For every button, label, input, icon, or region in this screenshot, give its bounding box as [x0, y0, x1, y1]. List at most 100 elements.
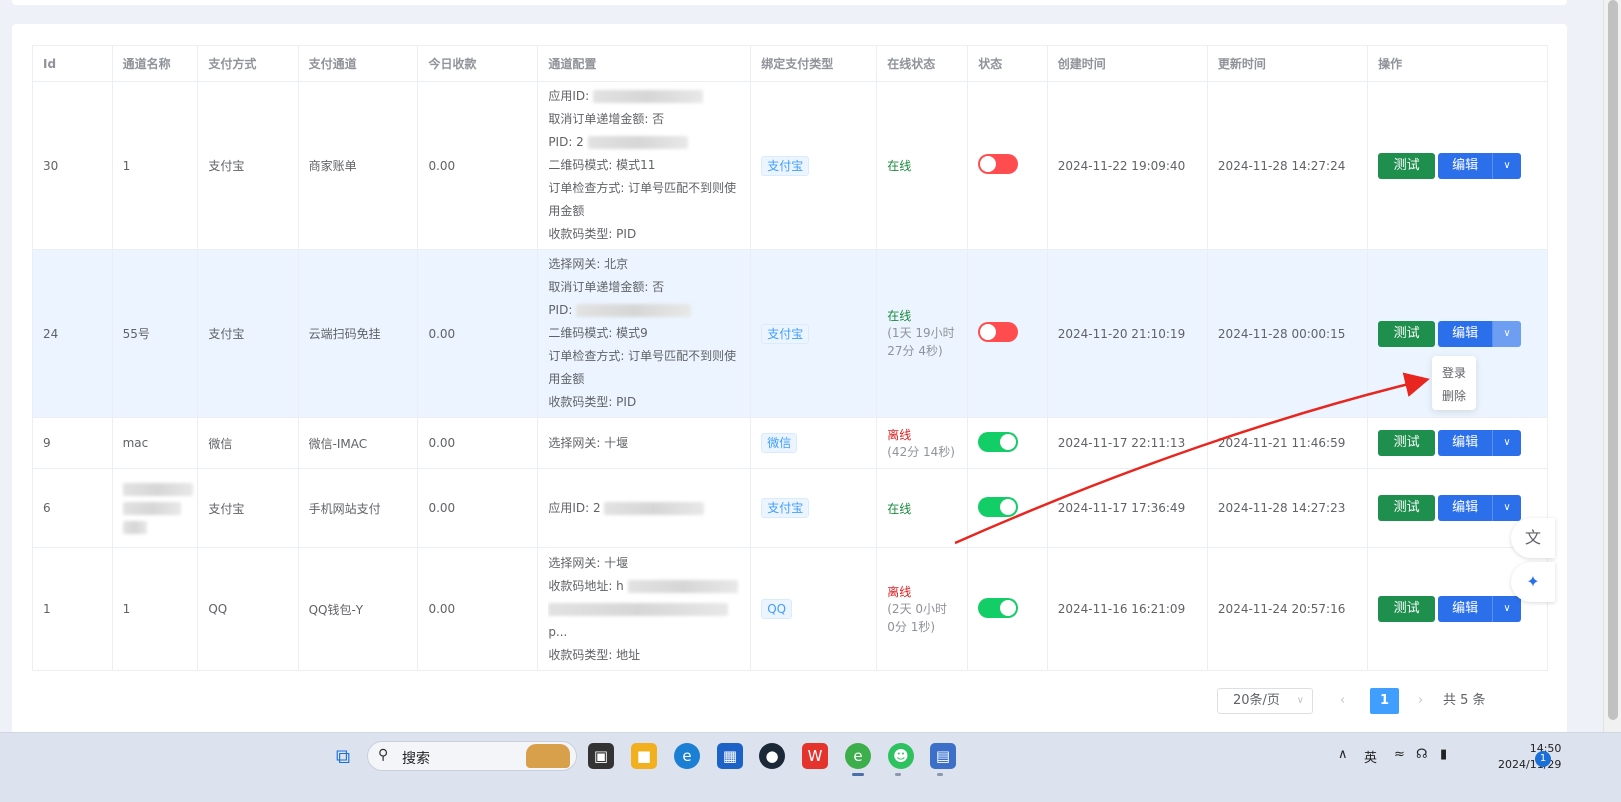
config-line: 订单检查方式: 订单号匹配不到则使 [548, 181, 737, 195]
chevron-down-icon[interactable]: ∨ [1493, 596, 1522, 622]
edit-button[interactable]: 编辑 [1438, 596, 1494, 622]
bind-type-tag: 支付宝 [761, 323, 810, 344]
cell-today: 0.00 [417, 468, 539, 548]
search-highlight-image [526, 744, 570, 768]
ie-browser-icon[interactable]: e [845, 743, 871, 769]
bind-type-tag: QQ [761, 599, 793, 619]
volume-icon[interactable]: ☊ [1416, 747, 1428, 762]
total-count: 共 5 条 [1443, 693, 1486, 708]
config-line: 取消订单递增金额: 否 [548, 280, 665, 294]
test-button[interactable]: 测试 [1378, 596, 1436, 622]
bind-type-tag: 支付宝 [761, 155, 810, 176]
test-button[interactable]: 测试 [1378, 320, 1436, 347]
redacted-block [576, 304, 692, 317]
online-status: 在线 [887, 501, 912, 516]
config-line: p... [548, 624, 568, 639]
prev-page-icon[interactable]: ‹ [1340, 688, 1352, 714]
cell-online: 离线 (42分 14秒) [876, 417, 969, 469]
cell-channel: 商家账单 [297, 81, 419, 250]
cell-method: 支付宝 [197, 81, 299, 250]
chevron-down-icon[interactable]: ∨ [1493, 152, 1522, 179]
cell-id: 9 [32, 417, 113, 469]
table-row: 24 55号 支付宝 云端扫码免挂 0.00 选择网关: 北京 取消订单递增金额… [32, 249, 1548, 418]
edit-button[interactable]: 编辑 [1438, 152, 1494, 179]
dropdown-item-login[interactable]: 登录 [1432, 362, 1476, 385]
table-row: 6 支付宝 手机网站支付 0.00 应用ID: 2 支付宝 在线 2024-11… [32, 468, 1548, 548]
redacted-block [548, 602, 729, 616]
status-toggle[interactable] [978, 431, 1019, 452]
test-button[interactable]: 测试 [1378, 495, 1436, 521]
cell-online: 离线 (2天 0小时 0分 1秒) [876, 547, 969, 671]
wifi-icon[interactable]: ≈ [1394, 747, 1405, 762]
notification-badge[interactable]: 1 [1535, 751, 1551, 767]
cell-name: 55号 [111, 249, 199, 418]
translate-icon[interactable]: 文 [1511, 518, 1555, 558]
config-line: 选择网关: 十堰 [548, 435, 629, 450]
header-created: 创建时间 [1046, 45, 1208, 82]
header-bind-type: 绑定支付类型 [750, 45, 878, 82]
edit-button[interactable]: 编辑 [1438, 430, 1494, 456]
config-line: 应用ID: [548, 89, 590, 103]
battery-icon[interactable]: ▮ [1440, 747, 1447, 762]
chevron-up-icon[interactable]: ∧ [1338, 747, 1348, 762]
cell-actions: 测试 编辑 ∨ [1367, 81, 1548, 250]
online-status: 离线 [887, 427, 912, 442]
next-page-icon[interactable]: › [1418, 688, 1430, 714]
system-clock[interactable]: 14:50 2024/11/29 [1498, 741, 1561, 773]
edge-browser-icon[interactable]: e [674, 743, 700, 769]
windows-start-icon[interactable]: ⧉ [330, 743, 356, 769]
status-toggle[interactable] [978, 597, 1019, 618]
config-line: 应用ID: 2 [548, 500, 601, 515]
header-status: 状态 [967, 45, 1048, 82]
config-line: 收款码类型: PID [548, 227, 637, 241]
cell-name: 1 [111, 547, 199, 671]
channel-table: Id 通道名称 支付方式 支付通道 今日收款 通道配置 绑定支付类型 在线状态 … [32, 45, 1548, 671]
file-explorer-icon[interactable]: ■ [631, 743, 657, 769]
chevron-down-icon[interactable]: ∨ [1493, 430, 1522, 456]
page-size-label: 20条/页 [1233, 693, 1280, 708]
edit-button[interactable]: 编辑 [1438, 320, 1494, 347]
test-button[interactable]: 测试 [1378, 152, 1436, 179]
cell-created: 2024-11-16 16:21:09 [1046, 547, 1208, 671]
header-id: Id [32, 45, 113, 82]
cell-today: 0.00 [417, 547, 539, 671]
remote-desktop-icon[interactable]: ▤ [930, 743, 956, 769]
cell-method: 微信 [197, 417, 299, 469]
edit-button[interactable]: 编辑 [1438, 495, 1494, 521]
cell-bind-type: 支付宝 [750, 468, 878, 548]
config-line: 选择网关: 北京 [548, 257, 629, 271]
cell-method: 支付宝 [197, 468, 299, 548]
header-online: 在线状态 [876, 45, 969, 82]
redacted-block [122, 501, 181, 515]
steam-icon[interactable]: ● [759, 743, 785, 769]
page-scrollbar[interactable]: ▼ [1603, 0, 1621, 756]
wps-icon[interactable]: W [802, 743, 828, 769]
chevron-down-icon: ∨ [1296, 695, 1304, 706]
clock-date: 2024/11/29 [1498, 758, 1562, 771]
test-button[interactable]: 测试 [1378, 430, 1436, 456]
cell-created: 2024-11-17 17:36:49 [1046, 468, 1208, 548]
cell-name: mac [111, 417, 199, 469]
wechat-icon[interactable]: ☻ [888, 743, 914, 769]
redacted-block [122, 482, 193, 496]
taskbar-search[interactable]: ⚲ 搜索 [367, 741, 577, 771]
online-status: 在线 [887, 309, 912, 323]
cell-actions: 测试 编辑 ∨ [1367, 417, 1548, 469]
chevron-down-icon[interactable]: ∨ [1493, 320, 1522, 347]
page-size-select[interactable]: 20条/页 ∨ [1217, 688, 1313, 714]
status-toggle[interactable] [978, 496, 1019, 517]
task-view-icon[interactable]: ▣ [588, 743, 614, 769]
store-icon[interactable]: ▦ [717, 743, 743, 769]
search-label: 搜索 [402, 751, 430, 767]
ime-indicator[interactable]: 英 [1364, 747, 1377, 766]
cell-created: 2024-11-17 22:11:13 [1046, 417, 1208, 469]
cell-status [967, 417, 1048, 469]
network-icon[interactable]: ✦ [1511, 562, 1555, 602]
dropdown-item-delete[interactable]: 删除 [1432, 385, 1476, 408]
status-toggle[interactable] [978, 154, 1019, 174]
page-number-current[interactable]: 1 [1370, 688, 1399, 714]
status-toggle[interactable] [978, 322, 1019, 342]
header-method: 支付方式 [197, 45, 299, 82]
config-line: PID: [548, 303, 573, 317]
chevron-down-icon[interactable]: ∨ [1493, 495, 1522, 521]
